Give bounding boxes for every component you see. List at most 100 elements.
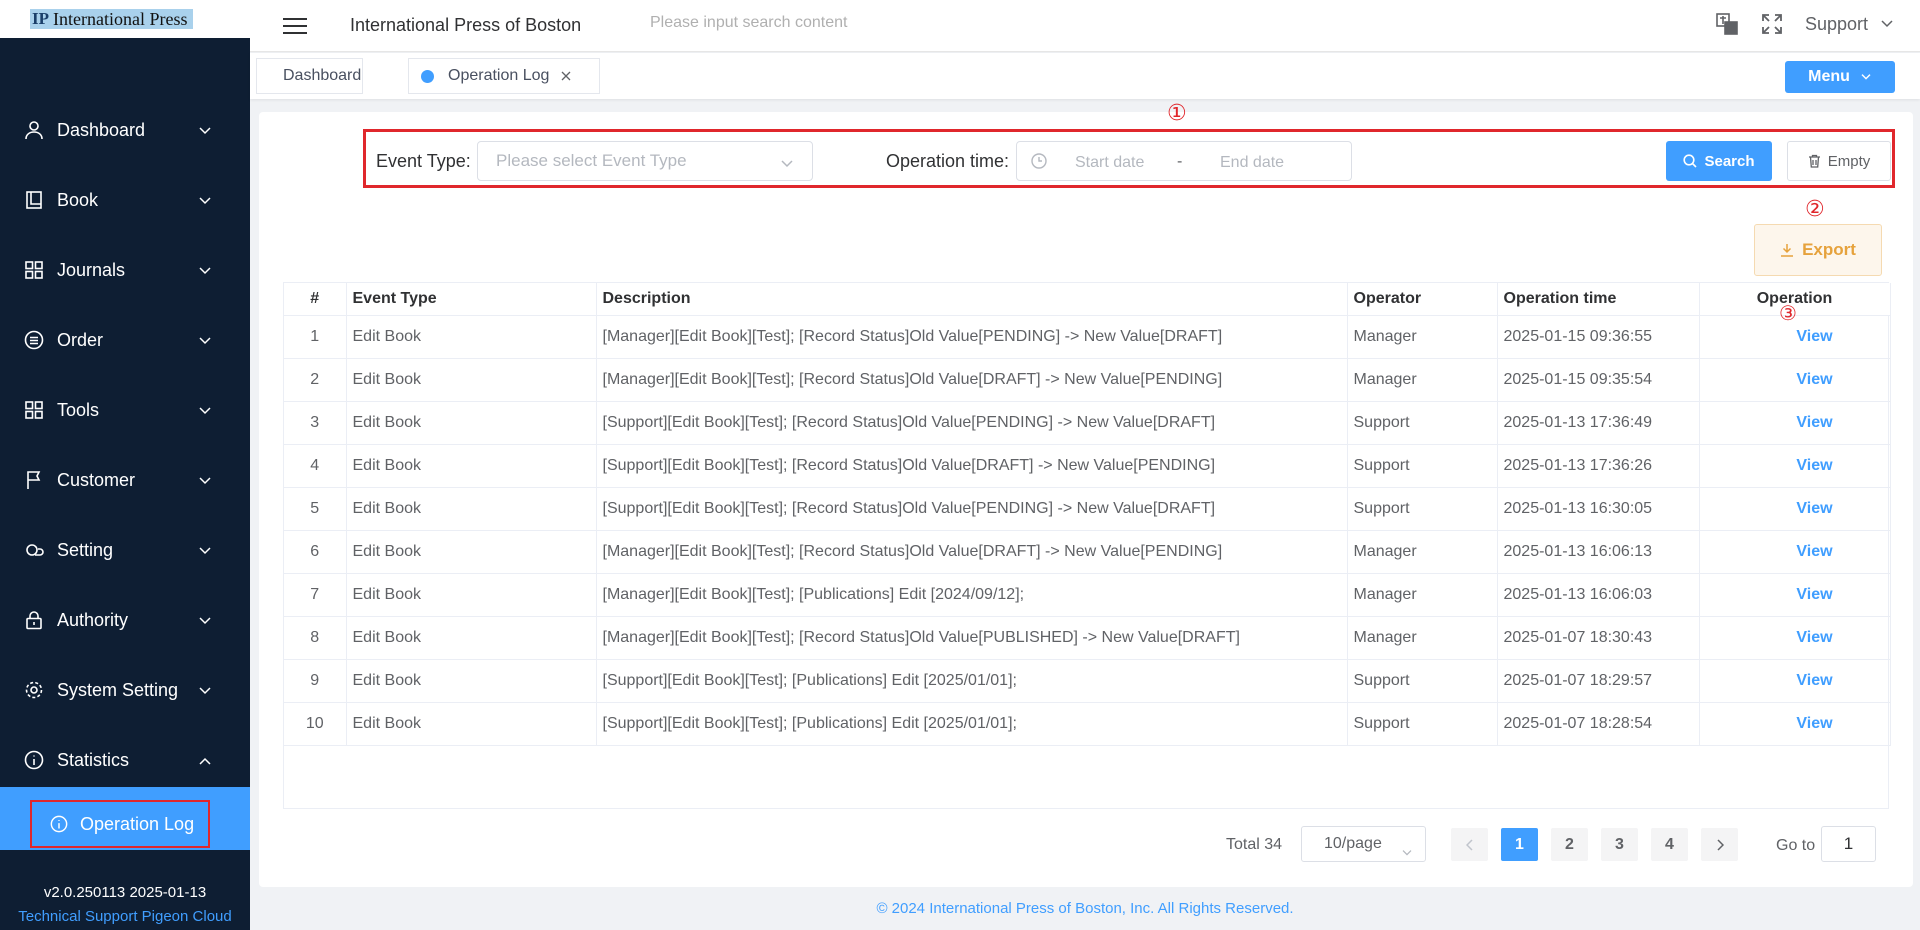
view-link[interactable]: View [1699, 358, 1891, 402]
translate-icon[interactable] [1715, 12, 1739, 36]
page-size-select[interactable]: 10/page [1301, 826, 1426, 862]
pagination: Total 34 10/page 1 2 3 4 Go to [259, 824, 1913, 864]
version-text: v2.0.250113 2025-01-13 [43, 884, 207, 901]
event-type-select[interactable]: Please select Event Type [477, 141, 813, 181]
row-operation-time: 2025-01-07 18:30:43 [1497, 616, 1700, 660]
view-link[interactable]: View [1699, 702, 1891, 746]
menu-button[interactable]: Menu [1785, 61, 1895, 93]
view-link[interactable]: View [1699, 530, 1891, 574]
menu-button-label: Menu [1808, 68, 1850, 85]
empty-button[interactable]: Empty [1787, 141, 1891, 181]
chevron-down-icon [198, 610, 212, 631]
next-page-button[interactable] [1701, 828, 1738, 861]
view-link[interactable]: View [1699, 659, 1891, 703]
table-row: 9 Edit Book [Support][Edit Book][Test]; … [284, 659, 1891, 703]
page-button-2[interactable]: 2 [1551, 828, 1588, 861]
chevron-down-icon [198, 190, 212, 211]
pagination-total: Total 34 [1226, 836, 1283, 853]
sidebar-item-statistics[interactable]: Statistics [0, 725, 250, 795]
table-row: 6 Edit Book [Manager][Edit Book][Test]; … [284, 530, 1891, 574]
row-event-type: Edit Book [346, 315, 597, 359]
row-event-type: Edit Book [346, 573, 597, 617]
sidebar-item-system-setting[interactable]: System Setting [0, 655, 250, 725]
row-operation-time: 2025-01-15 09:36:55 [1497, 315, 1700, 359]
page-button-1[interactable]: 1 [1501, 828, 1538, 861]
cloud-icon [24, 540, 44, 560]
sidebar-item-label: Order [57, 329, 104, 350]
sidebar-item-journals[interactable]: Journals [0, 235, 250, 305]
chevron-up-icon [198, 750, 212, 771]
grid-icon [24, 260, 44, 280]
list-circle-icon [24, 330, 44, 350]
goto-page-input[interactable] [1821, 826, 1876, 862]
row-event-type: Edit Book [346, 616, 597, 660]
sidebar-subitem-operation-log[interactable]: Operation Log [0, 787, 250, 850]
flag-icon [24, 470, 44, 490]
hamburger-menu-icon[interactable] [283, 16, 307, 41]
prev-page-button[interactable] [1451, 828, 1488, 861]
row-index: 2 [284, 358, 347, 402]
goto-label: Go to [1776, 837, 1816, 854]
search-button[interactable]: Search [1666, 141, 1772, 181]
export-button[interactable]: Export [1754, 224, 1882, 276]
chevron-down-icon [1401, 836, 1413, 870]
chevron-left-icon [1465, 838, 1474, 851]
operation-time-range-picker[interactable]: Start date - End date [1016, 141, 1352, 181]
logo[interactable]: IP International Press [30, 9, 194, 29]
row-event-type: Edit Book [346, 530, 597, 574]
row-index: 3 [284, 401, 347, 445]
column-header-description[interactable]: Description [596, 283, 1348, 316]
annotation-marker-3: ③ [1779, 301, 1797, 325]
operation-time-label: Operation time: [886, 151, 1010, 171]
logo-mark: IP [32, 9, 49, 28]
sidebar-item-tools[interactable]: Tools [0, 375, 250, 445]
event-type-label: Event Type: [376, 151, 471, 171]
export-button-label: Export [1802, 240, 1856, 259]
column-header-operator[interactable]: Operator [1347, 283, 1498, 316]
row-event-type: Edit Book [346, 358, 597, 402]
sidebar-item-order[interactable]: Order [0, 305, 250, 375]
technical-support-link[interactable]: Technical Support Pigeon Cloud [0, 908, 250, 925]
row-index: 7 [284, 573, 347, 617]
tab-dashboard[interactable]: Dashboard [256, 58, 363, 94]
view-link[interactable]: View [1699, 444, 1891, 488]
row-index: 6 [284, 530, 347, 574]
fullscreen-icon[interactable] [1761, 13, 1783, 35]
sidebar-item-authority[interactable]: Authority [0, 585, 250, 655]
operation-log-table: # Event Type Description Operator Operat… [283, 282, 1891, 809]
start-date-input[interactable]: Start date [1075, 154, 1144, 172]
row-description: [Support][Edit Book][Test]; [Publication… [596, 659, 1348, 703]
page-button-4[interactable]: 4 [1651, 828, 1688, 861]
row-operation-time: 2025-01-07 18:28:54 [1497, 702, 1700, 746]
header-search-input[interactable] [650, 14, 950, 32]
view-link[interactable]: View [1699, 573, 1891, 617]
table-row: 2 Edit Book [Manager][Edit Book][Test]; … [284, 358, 1891, 402]
user-menu[interactable]: Support [1805, 14, 1894, 35]
annotation-marker-2: ② [1805, 197, 1825, 222]
view-link[interactable]: View [1699, 401, 1891, 445]
column-header-operation-time[interactable]: Operation time [1497, 283, 1700, 316]
annotation-highlight-box: Operation Log [30, 800, 210, 848]
view-link[interactable]: View [1699, 616, 1891, 660]
table-row: 8 Edit Book [Manager][Edit Book][Test]; … [284, 616, 1891, 660]
sidebar-item-setting[interactable]: Setting [0, 515, 250, 585]
row-operation-time: 2025-01-13 17:36:49 [1497, 401, 1700, 445]
sidebar-item-customer[interactable]: Customer [0, 445, 250, 515]
row-event-type: Edit Book [346, 487, 597, 531]
view-link[interactable]: View [1699, 487, 1891, 531]
sidebar-item-book[interactable]: Book [0, 165, 250, 235]
lock-icon [24, 610, 44, 630]
column-header-event-type[interactable]: Event Type [346, 283, 597, 316]
chevron-down-icon [198, 260, 212, 281]
page-button-3[interactable]: 3 [1601, 828, 1638, 861]
end-date-input[interactable]: End date [1220, 154, 1284, 172]
row-event-type: Edit Book [346, 401, 597, 445]
user-name: Support [1804, 13, 1868, 34]
sidebar-item-label: Dashboard [57, 119, 146, 140]
book-icon [24, 190, 44, 210]
close-icon[interactable] [561, 71, 571, 81]
row-operation-time: 2025-01-13 16:06:13 [1497, 530, 1700, 574]
tab-operation-log[interactable]: Operation Log [408, 58, 600, 94]
sidebar-item-label: Customer [57, 469, 136, 490]
sidebar-item-dashboard[interactable]: Dashboard [0, 95, 250, 165]
